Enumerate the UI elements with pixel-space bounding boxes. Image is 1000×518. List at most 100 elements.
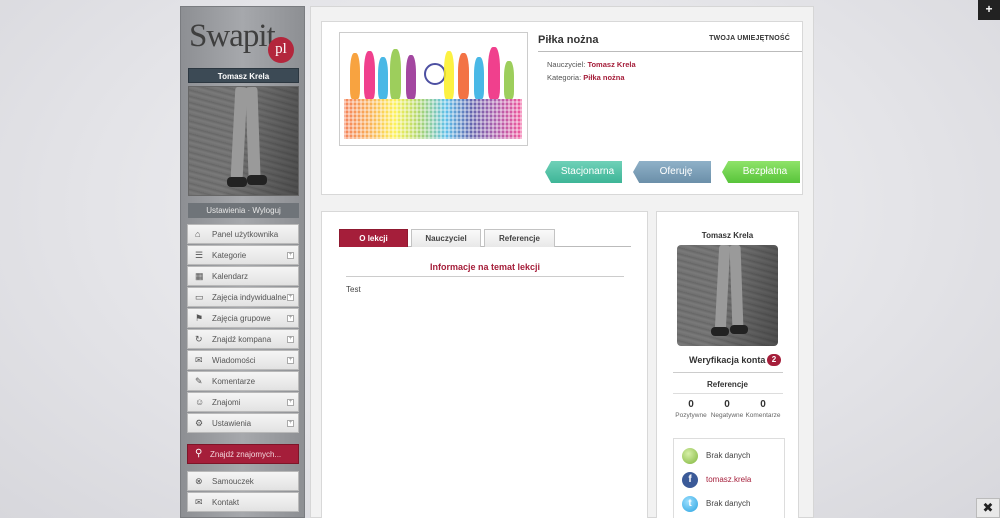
references-positive: 0 Pozytywne — [672, 399, 710, 419]
sidebar-item-znajdz-kompana[interactable]: ↻ Znajdź kompana + — [187, 329, 299, 349]
sidebar-item-kategorie[interactable]: ☰ Kategorie + — [187, 245, 299, 265]
sidebar-item-panel[interactable]: ⌂ Panel użytkownika — [187, 224, 299, 244]
references-negative: 0 Negatywne — [708, 399, 746, 419]
social-contact-text: Brak danych — [706, 451, 751, 460]
comment-icon: ✎ — [195, 376, 203, 386]
lesson-content-panel: O lekcji Nauczyciel Referencje Informacj… — [321, 211, 648, 518]
sidebar-item-label: Komentarze — [212, 377, 256, 386]
sidebar-item-label: Panel użytkownika — [212, 230, 279, 239]
teacher-link[interactable]: Tomasz Krela — [587, 60, 635, 69]
sidebar-avatar[interactable] — [188, 86, 299, 196]
sidebar-item-label: Kontakt — [212, 498, 240, 507]
category-label: Kategoria: — [547, 73, 582, 82]
logo-text: Swapit — [189, 18, 276, 54]
skill-ownership-badge: TWOJA UMIEJĘTNOŚĆ — [709, 35, 790, 42]
signpost-icon: ⚑ — [195, 313, 204, 323]
divider — [346, 276, 624, 277]
skill-title: Piłka nożna — [538, 34, 599, 46]
profile-name[interactable]: Tomasz Krela — [657, 231, 798, 240]
teacher-profile-panel: Tomasz Krela Weryfikacja konta 2 Referen… — [656, 211, 799, 518]
envelope-icon: ✉ — [195, 497, 203, 507]
expand-icon[interactable]: + — [287, 420, 294, 427]
list-icon: ☰ — [195, 250, 204, 260]
sidebar-username[interactable]: Tomasz Krela — [188, 68, 299, 83]
sidebar-item-znajomi[interactable]: ☺ Znajomi + — [187, 392, 299, 412]
references-title: Referencje — [707, 380, 748, 389]
sidebar-item-samouczek[interactable]: ⊗ Samouczek — [187, 471, 299, 491]
calendar-icon: ▦ — [195, 271, 204, 281]
sidebar-item-ustawienia[interactable]: ⚙ Ustawienia + — [187, 413, 299, 433]
social-item-twitter: t Brak danych — [682, 496, 782, 512]
social-item-facebook: f tomasz.krela — [682, 472, 782, 488]
tools-toggle-button[interactable]: ✖ — [976, 498, 1000, 518]
tab-referencje[interactable]: Referencje — [484, 229, 555, 247]
main-menu: ⌂ Panel użytkownika ☰ Kategorie + ▦ Kale… — [187, 224, 299, 434]
expand-icon[interactable]: + — [287, 336, 294, 343]
bottom-menu: ⊗ Samouczek ✉ Kontakt — [187, 471, 299, 513]
sidebar-item-zajecia-indywidualne[interactable]: ▭ Zajęcia indywidualne + — [187, 287, 299, 307]
skill-header-panel: Piłka nożna TWOJA UMIEJĘTNOŚĆ Nauczyciel… — [321, 21, 803, 195]
sidebar-item-label: Zajęcia indywidualne — [212, 293, 287, 302]
twitter-icon: t — [682, 496, 698, 512]
facebook-link[interactable]: tomasz.krela — [706, 475, 751, 484]
references-negative-label: Negatywne — [710, 412, 744, 419]
main-content: Piłka nożna TWOJA UMIEJĘTNOŚĆ Nauczyciel… — [310, 6, 814, 518]
ribbon-bezplatna: Bezpłatna — [722, 161, 800, 183]
sidebar-item-label: Kalendarz — [212, 272, 249, 281]
sidebar-item-label: Zajęcia grupowe — [212, 314, 271, 323]
expand-icon[interactable]: + — [287, 294, 294, 301]
lesson-info-text: Test — [346, 285, 361, 294]
references-comments-count: 0 — [760, 399, 766, 410]
lifebuoy-icon: ⊗ — [195, 476, 203, 486]
profile-avatar[interactable] — [677, 245, 778, 346]
references-positive-count: 0 — [688, 399, 694, 410]
category-link[interactable]: Piłka nożna — [583, 73, 624, 82]
friend-search-input[interactable]: ⚲ Znajdź znajomych... — [187, 444, 299, 464]
settings-logout-links[interactable]: Ustawienia · Wyloguj — [188, 203, 299, 218]
sidebar-item-kalendarz[interactable]: ▦ Kalendarz — [187, 266, 299, 286]
expand-icon[interactable]: + — [287, 357, 294, 364]
social-item-contact: Brak danych — [682, 448, 782, 464]
sidebar-item-komentarze[interactable]: ✎ Komentarze — [187, 371, 299, 391]
references-comments-label: Komentarze — [745, 412, 781, 419]
divider — [673, 393, 783, 394]
expand-plus-button[interactable]: + — [978, 0, 1000, 20]
sidebar-item-label: Wiadomości — [212, 356, 256, 365]
expand-icon[interactable]: + — [287, 399, 294, 406]
verification-count-badge: 2 — [767, 354, 781, 366]
facebook-icon: f — [682, 472, 698, 488]
envelope-icon: ✉ — [195, 355, 203, 365]
sidebar-item-label: Samouczek — [212, 477, 254, 486]
sidebar-item-label: Znajdź kompana — [212, 335, 272, 344]
sidebar-item-label: Ustawienia — [212, 419, 252, 428]
expand-icon[interactable]: + — [287, 252, 294, 259]
presentation-icon: ▭ — [195, 292, 204, 302]
references-comments: 0 Komentarze — [744, 399, 782, 419]
gear-icon: ⚙ — [195, 418, 204, 428]
refresh-icon: ↻ — [195, 334, 203, 344]
lesson-info-title: Informacje na temat lekcji — [429, 262, 541, 272]
users-icon: ☺ — [195, 397, 205, 407]
category-meta: Kategoria: Piłka nożna — [547, 73, 625, 82]
sidebar-item-label: Znajomi — [212, 398, 241, 407]
sidebar-item-wiadomosci[interactable]: ✉ Wiadomości + — [187, 350, 299, 370]
logo-suffix: pl — [268, 37, 294, 63]
tab-nauczyciel[interactable]: Nauczyciel — [411, 229, 481, 247]
home-icon: ⌂ — [195, 229, 201, 239]
sidebar-item-kontakt[interactable]: ✉ Kontakt — [187, 492, 299, 512]
search-icon: ⚲ — [195, 448, 203, 459]
friend-search-placeholder: Znajdź znajomych... — [210, 450, 282, 459]
expand-icon[interactable]: + — [287, 315, 294, 322]
contact-icon — [682, 448, 698, 464]
social-links: Brak danych f tomasz.krela t Brak danych — [673, 438, 785, 518]
sidebar: Swapit pl Tomasz Krela Ustawienia · Wylo… — [180, 6, 305, 518]
skill-image — [339, 32, 528, 146]
tab-bar: O lekcji Nauczyciel Referencje — [339, 229, 631, 247]
sidebar-item-zajecia-grupowe[interactable]: ⚑ Zajęcia grupowe + — [187, 308, 299, 328]
tab-o-lekcji[interactable]: O lekcji — [339, 229, 408, 247]
logo[interactable]: Swapit pl — [188, 15, 300, 65]
references-negative-count: 0 — [724, 399, 730, 410]
account-verification-label: Weryfikacja konta — [689, 355, 766, 365]
teacher-meta: Nauczyciel: Tomasz Krela — [547, 60, 636, 69]
sidebar-item-label: Kategorie — [212, 251, 247, 260]
